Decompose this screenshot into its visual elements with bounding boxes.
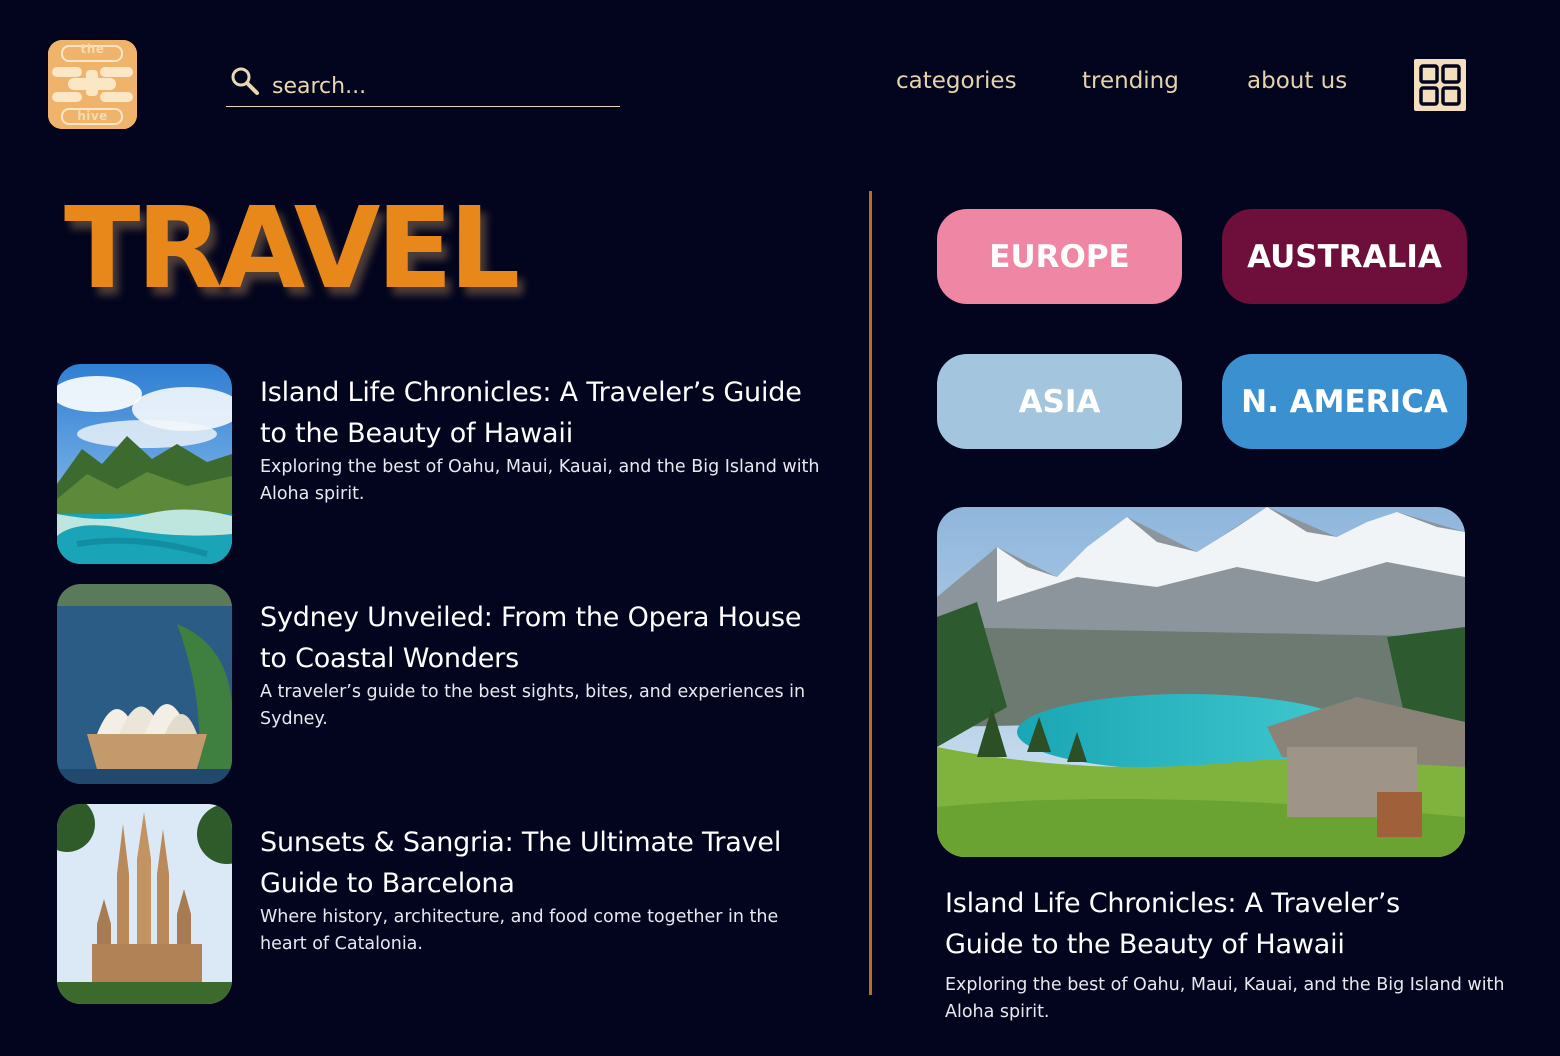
nav-about-us[interactable]: about us [1247,68,1347,94]
region-europe-button[interactable]: EUROPE [937,209,1182,304]
article-title[interactable]: Sydney Unveiled: From the Opera House to… [260,597,820,679]
region-north-america-button[interactable]: N. AMERICA [1222,354,1467,449]
site-logo[interactable]: the hive [48,40,137,129]
featured-description: Exploring the best of Oahu, Maui, Kauai,… [945,975,1505,1022]
article-description: A traveler’s guide to the best sights, b… [260,682,806,729]
article-thumbnail-hawaii[interactable] [57,364,232,564]
article-title[interactable]: Sunsets & Sangria: The Ultimate Travel G… [260,822,820,904]
article-thumbnail-sydney[interactable] [57,584,232,784]
featured-image[interactable] [937,507,1465,857]
article-description: Where history, architecture, and food co… [260,907,779,954]
nav-categories[interactable]: categories [896,68,1017,94]
article-description: Exploring the best of Oahu, Maui, Kauai,… [260,457,820,504]
article-thumbnail-barcelona[interactable] [57,804,232,1004]
article-title[interactable]: Island Life Chronicles: A Traveler’s Gui… [260,372,820,454]
column-divider [869,191,872,995]
nav-trending[interactable]: trending [1082,68,1179,94]
region-australia-button[interactable]: AUSTRALIA [1222,209,1467,304]
featured-title[interactable]: Island Life Chronicles: A Traveler’s Gui… [945,883,1485,965]
logo-text-top: the [80,42,105,56]
logo-text-bottom: hive [77,109,108,123]
region-asia-button[interactable]: ASIA [937,354,1182,449]
search-bar [226,62,620,107]
search-icon[interactable] [230,66,260,96]
page-title: TRAVEL [64,184,520,314]
grid-menu-icon[interactable] [1414,59,1466,111]
search-input[interactable] [270,70,614,102]
